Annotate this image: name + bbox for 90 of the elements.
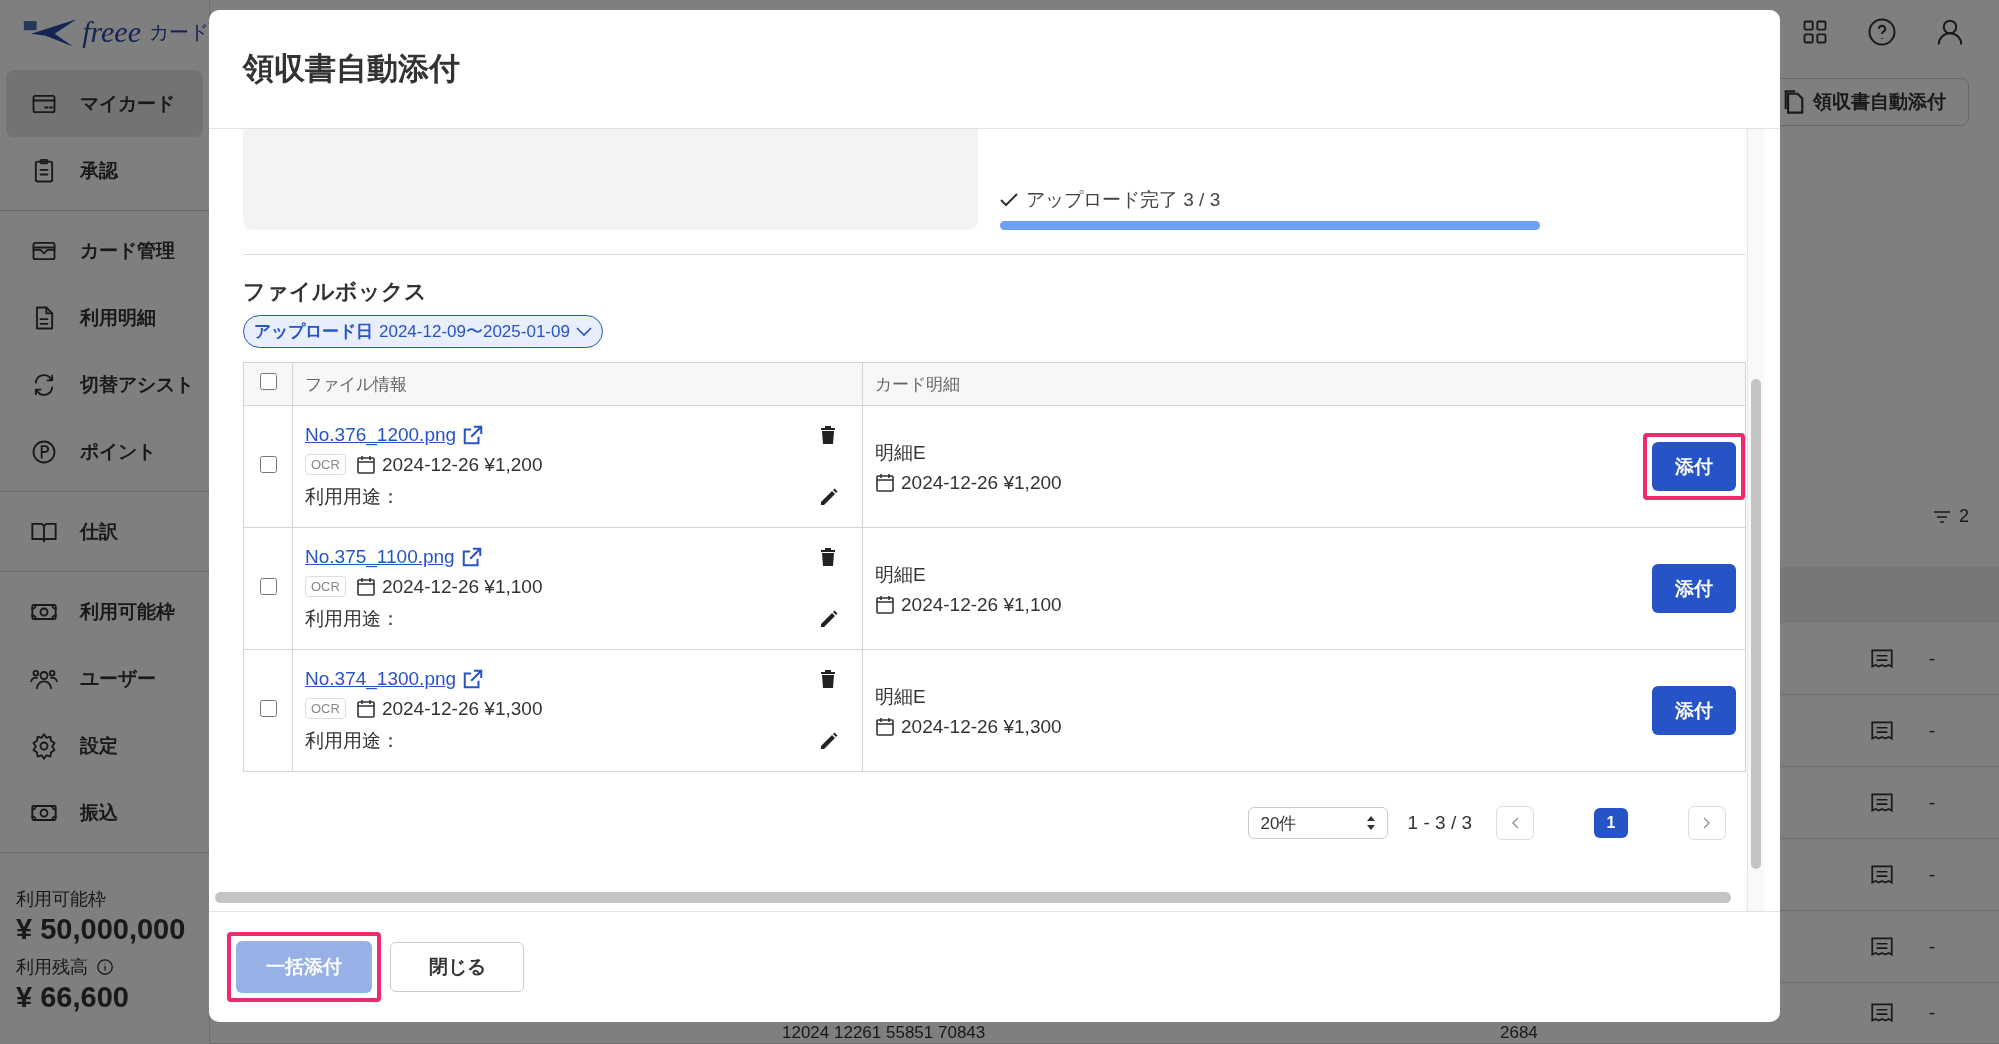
column-header: カード明細	[862, 362, 1746, 406]
file-date-amount: 2024-12-26 ¥1,300	[381, 697, 543, 720]
attach-button[interactable]: 添付	[1652, 442, 1736, 491]
close-button[interactable]: 閉じる	[390, 942, 524, 992]
external-link-icon[interactable]	[460, 545, 483, 568]
page-size-select[interactable]: 20件	[1247, 807, 1388, 839]
info-icon	[96, 958, 114, 977]
external-link-icon[interactable]	[462, 423, 485, 446]
filter-count: 2	[1959, 506, 1969, 527]
statement-date-amount: 2024-12-26 ¥1,300	[901, 715, 1062, 738]
row-checkbox[interactable]	[259, 699, 277, 717]
section-title: ファイルボックス	[243, 278, 428, 306]
dialog-title: 領収書自動添付	[243, 50, 460, 88]
statement-date-amount: 2024-12-26 ¥1,200	[901, 471, 1062, 494]
file-date-amount: 2024-12-26 ¥1,200	[381, 453, 543, 476]
calendar-icon	[355, 576, 376, 597]
file-date-amount: 2024-12-26 ¥1,100	[381, 575, 543, 598]
sidebar-item[interactable]: 仕訳	[6, 498, 203, 565]
pencil-icon[interactable]	[820, 609, 838, 628]
table-cell: -	[1928, 863, 1935, 886]
column-header: ファイル情報	[292, 362, 863, 406]
table-cell: -	[1928, 791, 1935, 814]
select-all-checkbox[interactable]	[259, 373, 277, 390]
date-filter-chip[interactable]: アップロード日 2024-12-09〜2025-01-09	[243, 315, 603, 348]
sidebar-item[interactable]: ポイント	[6, 418, 203, 485]
upload-status: アップロード完了 3 / 3	[1026, 188, 1221, 212]
apps-grid-icon[interactable]	[1801, 18, 1829, 46]
statement-name: 明細E	[875, 440, 927, 465]
calendar-icon	[875, 594, 895, 615]
table-cell: -	[1928, 1002, 1935, 1024]
chevron-down-icon	[575, 326, 592, 337]
summary-value: ¥ 50,000,000	[16, 912, 187, 947]
file-link[interactable]: No.376_1200.png	[305, 423, 457, 446]
document-icon	[1783, 89, 1805, 115]
table-cell: 2684	[1500, 1024, 1538, 1042]
calendar-icon	[875, 472, 895, 493]
sidebar-item[interactable]: 振込	[6, 779, 203, 846]
sidebar-item[interactable]: カード管理	[6, 217, 203, 284]
trash-icon[interactable]	[820, 669, 836, 688]
pencil-icon[interactable]	[820, 487, 838, 506]
ocr-badge: OCR	[305, 698, 346, 719]
reference-number: 12024 12261 55851 70843	[782, 1024, 986, 1042]
sidebar-item[interactable]: 切替アシスト	[6, 351, 203, 418]
filter-icon	[1933, 509, 1951, 524]
page-range: 1 - 3 / 3	[1407, 812, 1472, 834]
table-cell: -	[1928, 719, 1935, 742]
ocr-badge: OCR	[305, 576, 346, 597]
usage-label: 利用用途：	[305, 606, 401, 631]
help-icon[interactable]	[1867, 17, 1897, 47]
trash-icon[interactable]	[820, 425, 836, 444]
file-link[interactable]: No.374_1300.png	[305, 667, 457, 690]
chevron-right-icon	[1703, 817, 1711, 829]
page-button[interactable]: 1	[1594, 808, 1628, 838]
calendar-icon	[875, 716, 895, 737]
trash-icon[interactable]	[820, 547, 836, 566]
summary-label: 利用残高	[16, 956, 88, 980]
usage-label: 利用用途：	[305, 728, 401, 753]
statement-date-amount: 2024-12-26 ¥1,100	[901, 593, 1062, 616]
calendar-icon	[355, 454, 376, 475]
usage-label: 利用用途：	[305, 484, 401, 509]
horizontal-scrollbar[interactable]	[215, 892, 1731, 903]
sidebar-item[interactable]: マイカード	[6, 70, 203, 137]
calendar-icon	[355, 698, 376, 719]
sidebar-item[interactable]: 承認	[6, 137, 203, 204]
pencil-icon[interactable]	[820, 731, 838, 750]
user-icon[interactable]	[1935, 17, 1965, 47]
check-icon	[1000, 193, 1018, 207]
summary-value: ¥ 66,600	[16, 980, 130, 1016]
table-cell: -	[1928, 647, 1935, 670]
logo-text: freee	[82, 15, 141, 49]
attach-button[interactable]: 添付	[1652, 564, 1736, 613]
row-checkbox[interactable]	[259, 577, 277, 595]
ocr-badge: OCR	[305, 454, 346, 475]
row-checkbox[interactable]	[259, 455, 277, 473]
vertical-scrollbar[interactable]	[1747, 129, 1764, 911]
sort-arrows-icon	[1366, 816, 1375, 830]
statement-name: 明細E	[875, 684, 927, 709]
sidebar-item[interactable]: ユーザー	[6, 645, 203, 712]
sidebar-item[interactable]: 利用可能枠	[6, 578, 203, 645]
settings-icon	[30, 731, 58, 760]
file-link[interactable]: No.375_1100.png	[305, 545, 455, 568]
logo-suffix: カード	[149, 19, 209, 45]
sidebar-item[interactable]: 利用明細	[6, 284, 203, 351]
attach-button[interactable]: 添付	[1652, 686, 1736, 735]
external-link-icon[interactable]	[462, 667, 485, 690]
chevron-left-icon	[1511, 817, 1519, 829]
statement-name: 明細E	[875, 562, 927, 587]
sidebar-item[interactable]: 設定	[6, 712, 203, 779]
summary-label: 利用可能枠	[16, 888, 106, 911]
table-cell: -	[1928, 935, 1935, 958]
